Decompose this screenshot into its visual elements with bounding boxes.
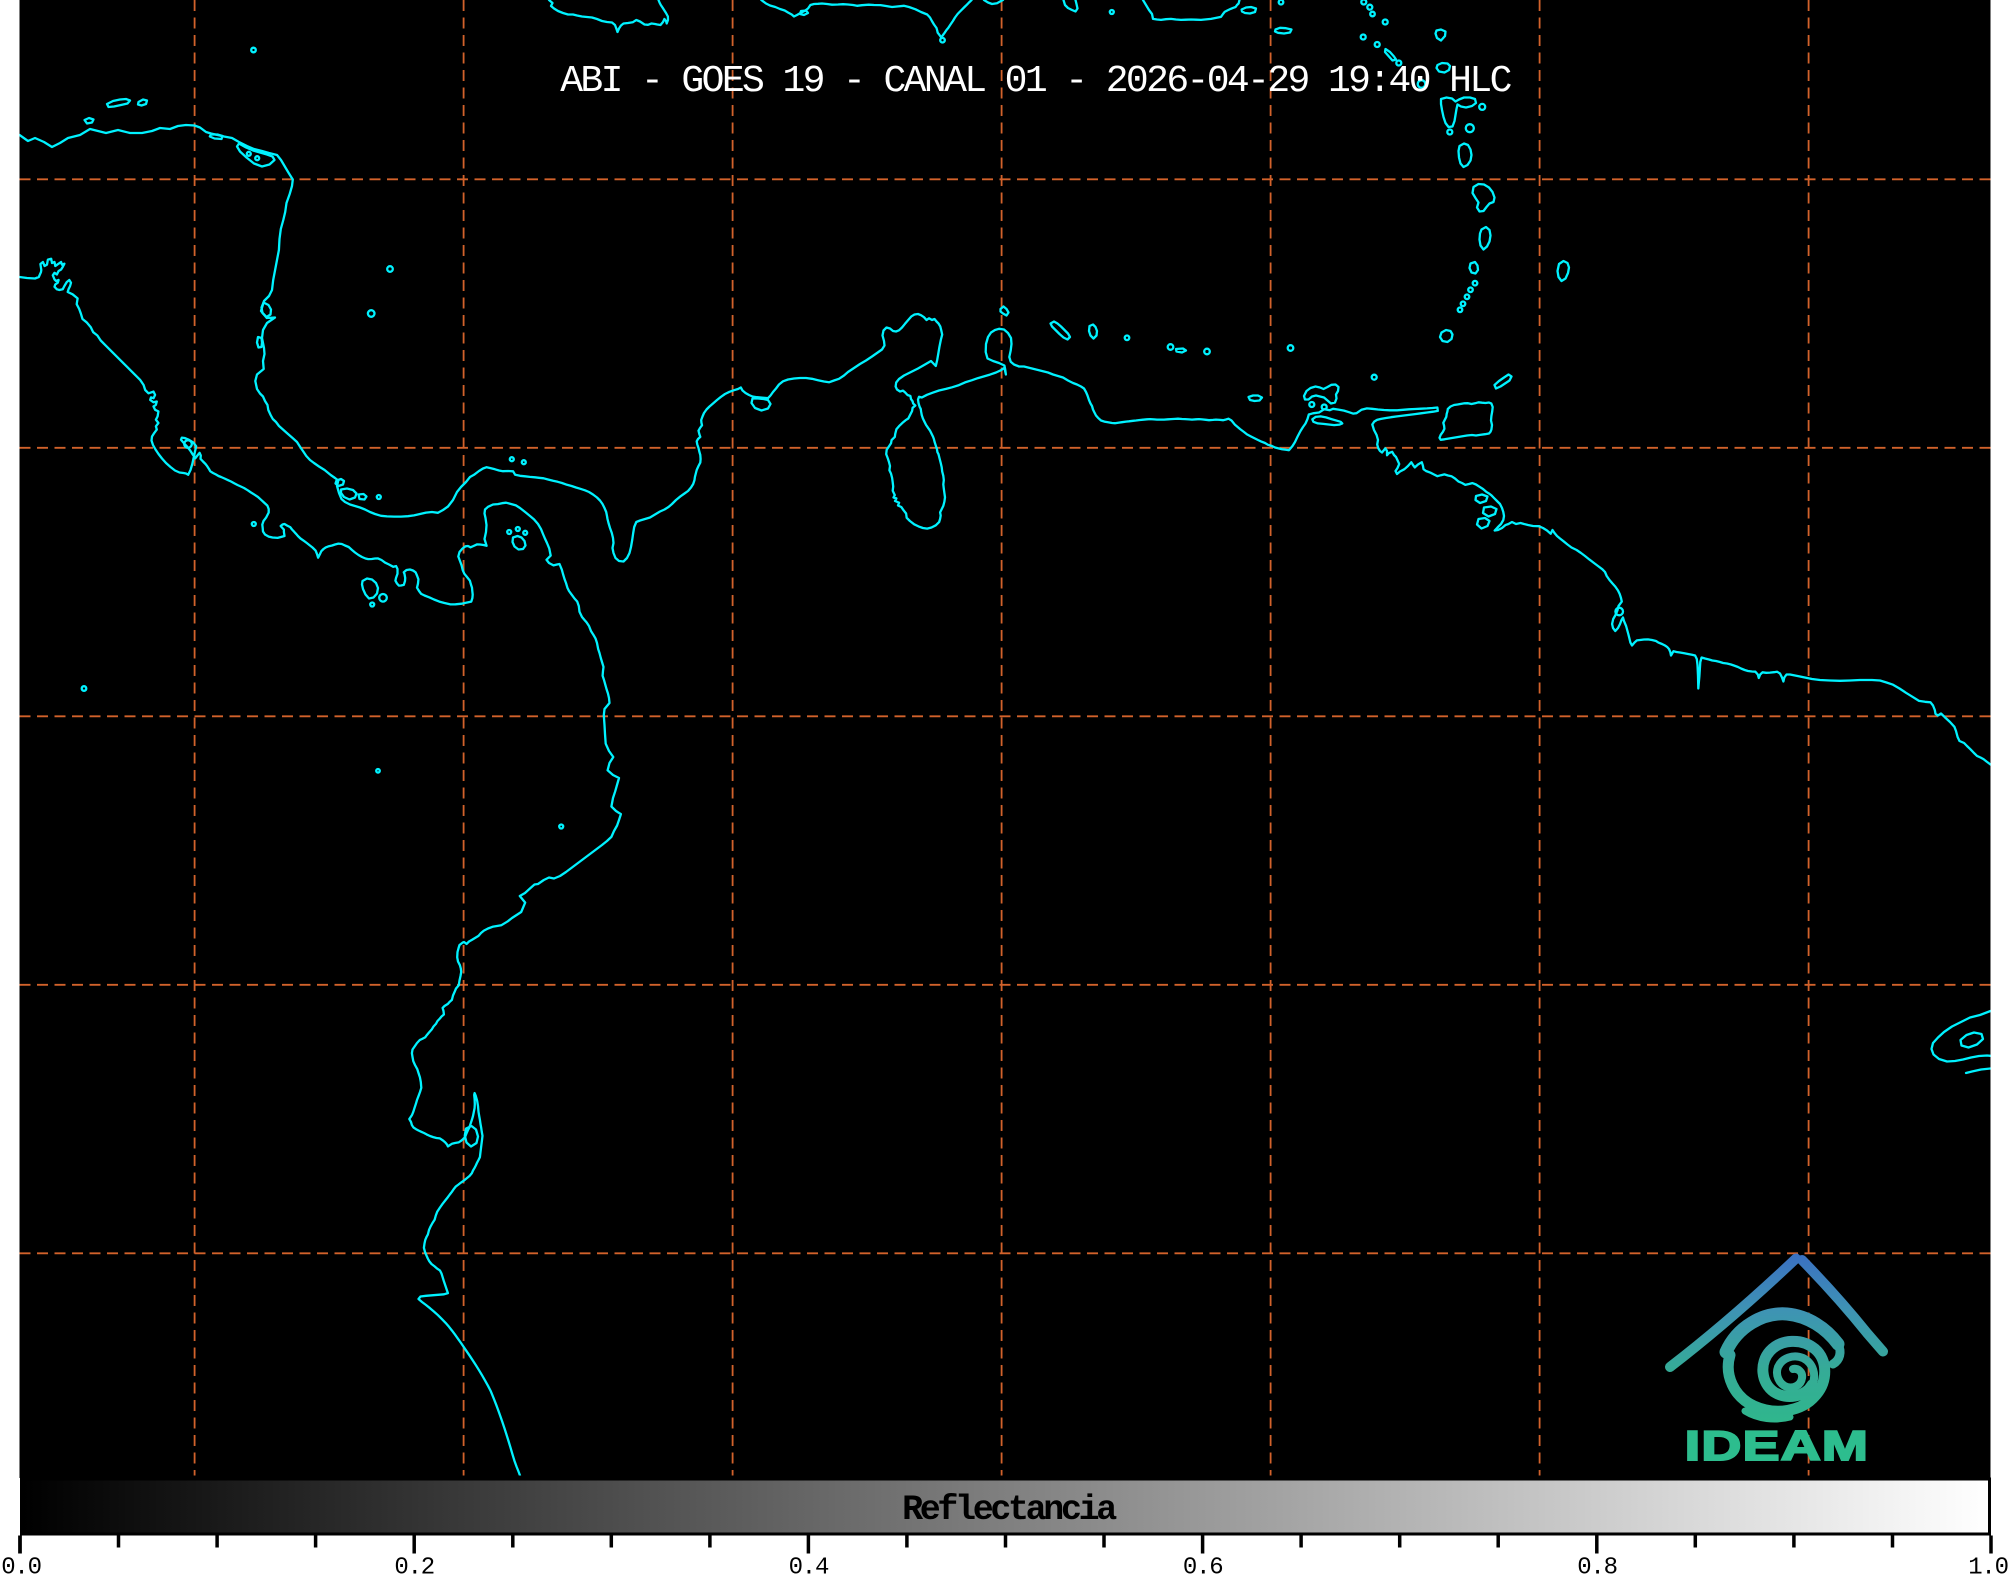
svg-text:0.8: 0.8 <box>1577 1555 1617 1578</box>
svg-text:IDEAM: IDEAM <box>1685 1423 1869 1469</box>
svg-text:0.4: 0.4 <box>789 1555 829 1578</box>
svg-text:1.0: 1.0 <box>1968 1555 2008 1578</box>
svg-text:0.0: 0.0 <box>1 1555 41 1578</box>
svg-text:Reflectancia: Reflectancia <box>902 1490 1117 1530</box>
svg-text:ABI - GOES 19 - CANAL 01 - 202: ABI - GOES 19 - CANAL 01 - 2026-04-29 19… <box>560 60 1511 103</box>
svg-text:0.6: 0.6 <box>1183 1555 1223 1578</box>
svg-text:0.2: 0.2 <box>394 1555 434 1578</box>
